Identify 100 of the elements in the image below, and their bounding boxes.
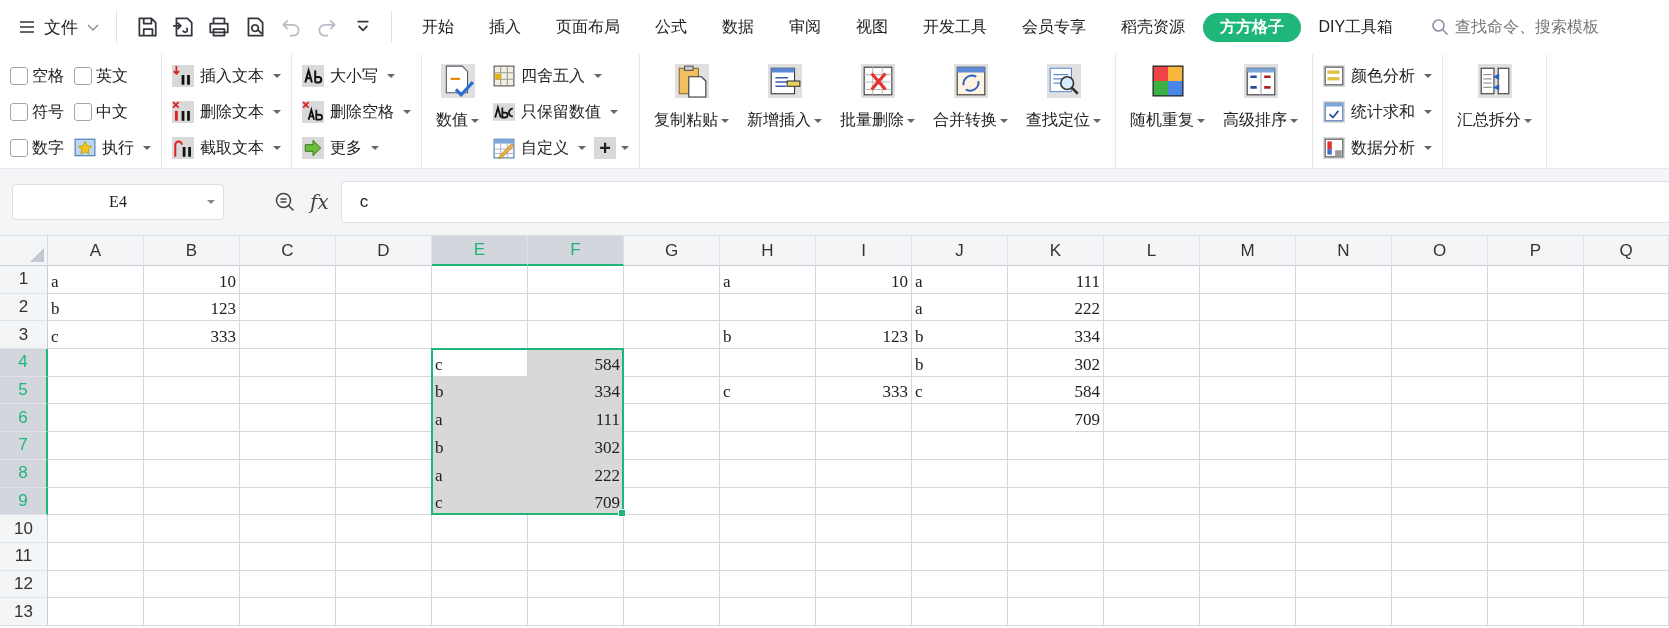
- column-header[interactable]: M: [1200, 236, 1296, 266]
- column-header[interactable]: A: [48, 236, 144, 266]
- ribbon-tab[interactable]: 开始: [404, 12, 471, 42]
- checkbox-label: 符号: [32, 101, 64, 122]
- ribbon-tab[interactable]: 会员专享: [1004, 12, 1103, 42]
- table-cell: 222: [528, 459, 624, 488]
- export-icon[interactable]: [171, 15, 195, 39]
- tool-button[interactable]: 大小写: [302, 65, 395, 87]
- column-header[interactable]: H: [720, 236, 816, 266]
- ribbon-tab[interactable]: 公式: [637, 12, 704, 42]
- table-cell: a: [912, 293, 1008, 322]
- ribbon-tab[interactable]: 页面布局: [538, 12, 637, 42]
- table-cell: 222: [1008, 293, 1104, 322]
- column-header[interactable]: B: [144, 236, 240, 266]
- checkbox[interactable]: [10, 103, 28, 121]
- tool-button[interactable]: 数值: [432, 58, 483, 162]
- tool-button[interactable]: 插入文本: [172, 65, 281, 87]
- tool-button[interactable]: 批量删除: [836, 58, 919, 162]
- checkbox-label: 空格: [32, 65, 64, 86]
- function-label[interactable]: fx: [310, 190, 329, 214]
- tool-button[interactable]: 执行: [74, 137, 151, 159]
- column-header[interactable]: P: [1488, 236, 1584, 266]
- row-header[interactable]: 10: [0, 515, 48, 543]
- tool-button[interactable]: 合并转换: [929, 58, 1012, 162]
- column-header[interactable]: L: [1104, 236, 1200, 266]
- name-box[interactable]: E4: [12, 184, 224, 220]
- row-header[interactable]: 11: [0, 542, 48, 571]
- ribbon-tab[interactable]: 稻壳资源: [1103, 12, 1202, 42]
- tool-button[interactable]: 查找定位: [1022, 58, 1105, 162]
- tool-button[interactable]: 随机重复: [1126, 58, 1209, 162]
- tool-button[interactable]: 删除空格: [302, 101, 411, 123]
- save-icon[interactable]: [135, 15, 159, 39]
- tool-button[interactable]: 四舍五入: [493, 65, 602, 87]
- table-cell: 302: [1008, 349, 1104, 377]
- row-header[interactable]: 1: [0, 266, 48, 294]
- tool-button[interactable]: 颜色分析: [1323, 65, 1432, 87]
- select-all-icon[interactable]: [30, 248, 44, 262]
- tool-button[interactable]: 更多: [302, 137, 379, 159]
- tool-button[interactable]: 数据分析: [1323, 137, 1432, 159]
- print-icon[interactable]: [207, 15, 231, 39]
- table-cell: b: [912, 349, 1008, 377]
- table-cell: 333: [144, 321, 240, 350]
- ribbon-tab[interactable]: 视图: [838, 12, 905, 42]
- formula-input[interactable]: c: [340, 181, 1669, 223]
- column-header[interactable]: O: [1392, 236, 1488, 266]
- column-header[interactable]: N: [1296, 236, 1392, 266]
- table-cell: a: [432, 459, 528, 488]
- ribbon-tab[interactable]: 审阅: [771, 12, 838, 42]
- table-cell: b: [720, 321, 816, 350]
- form-icon: [767, 64, 802, 98]
- clipboard-icon: [674, 64, 709, 98]
- ribbon-tab[interactable]: 开发工具: [905, 12, 1004, 42]
- table-cell: 10: [144, 266, 240, 294]
- column-header[interactable]: J: [912, 236, 1008, 266]
- document-check-icon: [440, 64, 475, 98]
- row-header[interactable]: 13: [0, 598, 48, 626]
- tool-button[interactable]: 截取文本: [172, 137, 281, 159]
- tool-button[interactable]: 只保留数值: [493, 101, 618, 123]
- column-header[interactable]: G: [624, 236, 720, 266]
- fill-handle[interactable]: [618, 509, 626, 518]
- column-header[interactable]: K: [1008, 236, 1104, 266]
- form-check-icon: [1323, 101, 1345, 123]
- search-icon: [1430, 18, 1449, 36]
- checkbox[interactable]: [74, 67, 92, 85]
- table-cell: a: [432, 404, 528, 433]
- table-cell: 111: [1008, 266, 1104, 294]
- tool-button[interactable]: 删除文本: [172, 101, 281, 123]
- table-cell: 302: [528, 432, 624, 460]
- ribbon-tab[interactable]: DIY工具箱: [1301, 12, 1411, 42]
- checkbox[interactable]: [74, 103, 92, 121]
- tool-button[interactable]: 自定义: [493, 137, 586, 159]
- file-menu-button[interactable]: 文件: [12, 11, 106, 43]
- sort-icon: [1243, 64, 1278, 98]
- table-cell: 584: [528, 349, 624, 377]
- ribbon-tab[interactable]: 插入: [471, 12, 538, 42]
- tool-button[interactable]: 汇总拆分: [1453, 58, 1536, 162]
- column-header[interactable]: Q: [1584, 236, 1669, 266]
- checkbox-label: 英文: [96, 65, 128, 86]
- tool-button[interactable]: 新增插入: [743, 58, 826, 162]
- tool-button[interactable]: 复制粘贴: [650, 58, 733, 162]
- row-header[interactable]: 3: [0, 321, 48, 350]
- search-field[interactable]: 查找命令、搜索模板: [1430, 17, 1637, 37]
- column-header[interactable]: I: [816, 236, 912, 266]
- bars-arc-icon: [172, 137, 194, 159]
- ribbon-tab[interactable]: 数据: [704, 12, 771, 42]
- tool-button[interactable]: 统计求和: [1323, 101, 1432, 123]
- column-header[interactable]: C: [240, 236, 336, 266]
- table-cell: 10: [816, 266, 912, 294]
- table-cell: 333: [816, 376, 912, 405]
- tool-button[interactable]: 高级排序: [1219, 58, 1302, 162]
- row-header[interactable]: 2: [0, 293, 48, 322]
- checkbox-label: 中文: [96, 101, 128, 122]
- table-pencil-icon: [493, 137, 515, 159]
- zoom-icon[interactable]: [274, 191, 296, 213]
- column-header[interactable]: D: [336, 236, 432, 266]
- row-header[interactable]: 12: [0, 570, 48, 599]
- color-grid-icon: [1150, 64, 1185, 98]
- checkbox[interactable]: [10, 67, 28, 85]
- table-cell: 111: [528, 404, 624, 433]
- checkbox[interactable]: [10, 139, 28, 157]
